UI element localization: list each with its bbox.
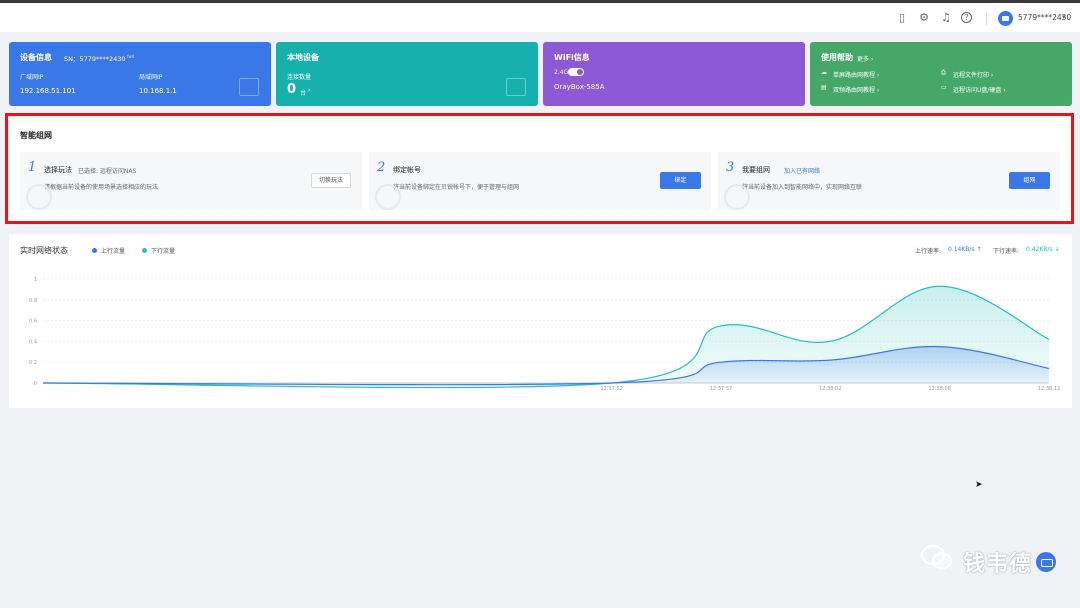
step-number: 3 [726,160,735,175]
wifi-ssid: OrayBox-585A [554,83,605,91]
step-title: 绑定帐号 [393,166,421,174]
x-tick-label: 12:38:12 [1038,386,1060,392]
step-description: 将当前设备加入到智能网络中，实现网络互联 [742,184,863,191]
series-upload-area [43,346,1049,385]
user-avatar-icon[interactable] [998,11,1013,26]
bind-button[interactable]: 绑定 [660,172,701,189]
lan-ip-value: 10.168.1.1 [139,87,177,95]
chat-fab-button[interactable] [1036,552,1056,572]
selected-mode: 已选择: 远程访问NAS [78,168,137,175]
wechat-logo-icon [920,544,953,570]
card-title: 使用帮助 [821,53,853,62]
x-tick-label: 12:38:08 [928,386,950,392]
traffic-chart: 0 0.2 0.4 0.6 0.8 1 12:37:52 12:37:57 12:38:02 1… [29,277,1060,392]
step-title: 我要组网 [742,166,770,174]
join-existing-network-link[interactable]: 加入已有网络 [784,166,820,175]
step-number: 1 [28,160,37,175]
connection-count-unit: 台 [300,90,307,97]
lan-ip-label: 局域网IP [139,74,163,81]
x-tick-label: 12:37:52 [600,386,622,392]
printer-icon: ⎙ [941,69,946,76]
sn-tag: fwd [127,54,135,59]
router-icon [239,78,259,96]
local-devices-card[interactable]: 本地设备 连接数量 0 台 › [276,42,538,106]
card-title: 设备信息 [20,53,52,62]
help-link-single-band[interactable]: 单屏路由网教程 › [833,70,879,79]
chevron-right-icon[interactable]: › [308,87,310,94]
disk-icon: ▭ [941,84,947,91]
help-link-remote-disk[interactable]: 远程访问U盘/硬盘 › [953,85,1006,94]
help-link-remote-print[interactable]: 远程文件打印 › [953,70,993,79]
chevron-down-icon[interactable]: ▾ [1062,13,1066,21]
y-tick-label: 1 [34,277,37,283]
y-tick-label: 0.8 [29,298,37,304]
watermark-text: 钱韦德 [963,552,1033,577]
wifi-band-label: 2.4G [554,69,569,76]
y-tick-label: 0.6 [29,319,37,325]
wan-ip-label: 广域网IP [20,74,44,81]
x-tick-label: 12:37:57 [710,386,732,392]
section-title: 智能组网 [20,131,52,140]
y-tick-label: 0 [34,381,37,387]
smart-mesh-panel: 智能组网 1 选择玩法 已选择: 远程访问NAS 请根据当前设备的使用场景选择相… [9,118,1072,222]
step-title: 选择玩法 [44,166,72,174]
decor-icon [26,184,52,210]
device-info-card: 设备信息 SN：5779****2430 fwd 广域网IP 192.168.5… [9,42,271,106]
doc-icon: ▤ [821,84,827,91]
help-more-link[interactable]: 更多 › [857,54,873,63]
y-tick-label: 0.2 [29,360,37,366]
top-bar: ▯ ⚙ ♫ ? 5779****2430 ▾ [0,0,1080,32]
cloud-icon: ☁ [821,69,827,76]
divider [986,13,987,25]
card-title: WiFi信息 [554,53,590,62]
join-network-button[interactable]: 组网 [1009,172,1050,189]
connection-count-label: 连接数量 [287,74,312,81]
mesh-step-bind-account: 2 绑定帐号 将当前设备绑定在贝锐帐号下，便于管理与组网 绑定 [369,152,711,210]
user-icon [724,184,750,210]
card-title: 本地设备 [287,53,319,62]
help-card: 使用帮助 更多 › ☁ 单屏路由网教程 › ▤ 双频路由网教程 › ⎙ 远程文件… [810,42,1072,106]
phone-icon[interactable]: ▯ [895,11,909,25]
help-link-dual-band[interactable]: 双频路由网教程 › [833,85,879,94]
bell-icon[interactable]: ♫ [939,11,953,25]
mesh-step-join-network: 3 我要组网 加入已有网络 将当前设备加入到智能网络中，实现网络互联 组网 [718,152,1060,210]
connection-count-value: 0 [287,82,297,97]
network-topology-icon [506,78,526,96]
wan-ip-value: 192.168.51.101 [20,87,76,95]
mouse-cursor-icon: ➤ [975,480,983,490]
mesh-step-choose-mode: 1 选择玩法 已选择: 远程访问NAS 请根据当前设备的使用场景选择相应的玩法 … [20,152,362,210]
serial-number: SN：5779****2430 [64,55,126,63]
wifi-info-card: WiFi信息 2.4G OrayBox-585A [543,42,805,106]
switch-mode-button[interactable]: 切换玩法 [311,173,351,188]
step-description: 请根据当前设备的使用场景选择相应的玩法 [44,184,159,191]
x-tick-label: 12:38:02 [819,386,841,392]
step-number: 2 [377,160,386,175]
help-icon[interactable]: ? [961,12,972,23]
step-description: 将当前设备绑定在贝锐帐号下，便于管理与组网 [393,184,520,191]
plugin-icon[interactable]: ⚙ [917,11,931,25]
y-tick-label: 0.4 [29,339,37,345]
network-status-panel: 实时网络状态 上行流量 下行流量 上行速率: 0.14KB/s ↑ 下行速率: … [9,234,1072,408]
search-icon [375,184,401,210]
wifi-toggle[interactable] [568,68,584,76]
